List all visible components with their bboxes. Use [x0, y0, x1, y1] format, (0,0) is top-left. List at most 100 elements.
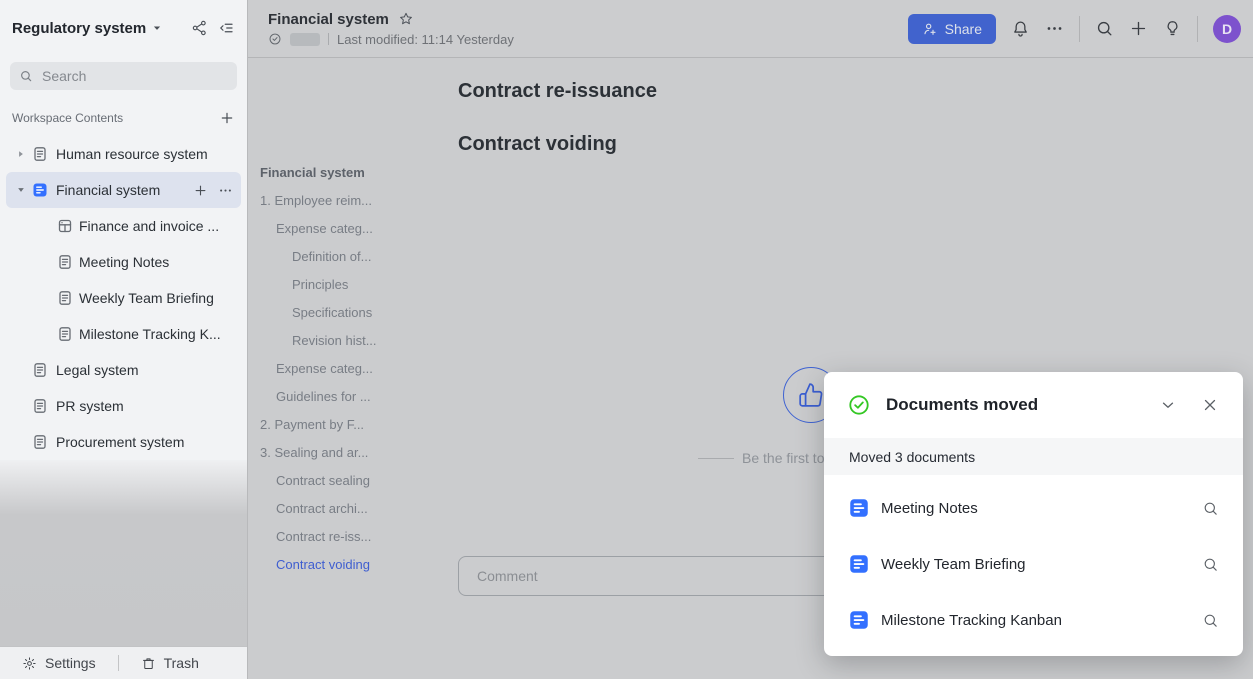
- list-item[interactable]: Meeting Notes: [824, 480, 1243, 536]
- sidebar-item-finance-and-invoice[interactable]: Finance and invoice ...: [6, 208, 241, 244]
- workspace-contents-header: Workspace Contents: [12, 110, 235, 126]
- sidebar-item-label: Legal system: [56, 362, 241, 378]
- add-page-icon[interactable]: [193, 183, 208, 198]
- document-icon: [32, 398, 48, 414]
- document-icon: [32, 146, 48, 162]
- last-modified: Last modified: 11:14 Yesterday: [337, 32, 514, 47]
- sidebar-item-meeting-notes[interactable]: Meeting Notes: [6, 244, 241, 280]
- collapse-sidebar-icon[interactable]: [217, 19, 235, 37]
- document-icon: [32, 434, 48, 450]
- topbar: Financial system Last modified: 11:14 Ye…: [248, 0, 1253, 58]
- blurred-label: [290, 33, 320, 46]
- locate-document-icon[interactable]: [1202, 556, 1219, 573]
- avatar[interactable]: D: [1213, 15, 1241, 43]
- footer-divider: [118, 655, 119, 671]
- document-icon-blue: [32, 182, 48, 198]
- toc-item[interactable]: 2. Payment by F...: [260, 411, 430, 439]
- doc-heading: Contract re-issuance: [458, 80, 657, 103]
- toc-item[interactable]: Definition of...: [260, 243, 430, 271]
- add-content-icon[interactable]: [219, 110, 235, 126]
- sidebar-item-label: PR system: [56, 398, 241, 414]
- sidebar-header: Regulatory system: [0, 0, 247, 56]
- toast-summary: Moved 3 documents: [824, 438, 1243, 475]
- search-input[interactable]: [40, 67, 228, 85]
- sidebar-item-label: Financial system: [56, 182, 193, 198]
- meta-divider: [328, 33, 329, 45]
- toc-item[interactable]: Principles: [260, 271, 430, 299]
- document-icon-blue: [849, 554, 869, 574]
- sidebar-item-pr-system[interactable]: PR system: [6, 388, 241, 424]
- sidebar-search[interactable]: [10, 62, 237, 90]
- list-item[interactable]: Milestone Tracking Kanban: [824, 592, 1243, 648]
- document-name: Meeting Notes: [881, 500, 1202, 517]
- topbar-divider: [1079, 16, 1080, 42]
- sidebar-item-financial-system[interactable]: Financial system: [6, 172, 241, 208]
- topbar-actions: Share: [908, 14, 1241, 44]
- sidebar-item-legal-system[interactable]: Legal system: [6, 352, 241, 388]
- toc-item[interactable]: Contract sealing: [260, 467, 430, 495]
- lightbulb-icon[interactable]: [1163, 19, 1182, 38]
- avatar-initial: D: [1222, 21, 1232, 37]
- workspace-switcher[interactable]: Regulatory system: [12, 20, 162, 37]
- search-icon[interactable]: [1095, 19, 1114, 38]
- create-new-icon[interactable]: [1129, 19, 1148, 38]
- toc-item[interactable]: 1. Employee reim...: [260, 187, 430, 215]
- list-item[interactable]: Weekly Team Briefing: [824, 536, 1243, 592]
- bell-icon[interactable]: [1011, 19, 1030, 38]
- star-icon[interactable]: [398, 11, 414, 27]
- document-icon: [32, 362, 48, 378]
- doc-title: Financial system: [268, 11, 389, 28]
- caret-right-icon[interactable]: [14, 149, 28, 159]
- sidebar-item-human-resource-system[interactable]: Human resource system: [6, 136, 241, 172]
- sidebar-item-procurement-system[interactable]: Procurement system: [6, 424, 241, 460]
- workspace-tree: Human resource system Financial system: [0, 136, 247, 460]
- close-icon[interactable]: [1197, 392, 1223, 418]
- hint-divider-line: [698, 458, 734, 459]
- toc-item-active[interactable]: Contract voiding: [260, 551, 430, 579]
- toc-item[interactable]: Revision hist...: [260, 327, 430, 355]
- saved-check-icon: [268, 32, 282, 46]
- thumbs-up-icon: [798, 382, 824, 408]
- toc-item[interactable]: Financial system: [260, 159, 430, 187]
- sidebar-footer: Settings Trash: [0, 646, 247, 679]
- toast-title: Documents moved: [886, 395, 1139, 415]
- locate-document-icon[interactable]: [1202, 500, 1219, 517]
- sidebar-item-milestone-tracking[interactable]: Milestone Tracking K...: [6, 316, 241, 352]
- table-of-contents: Financial system 1. Employee reim... Exp…: [260, 159, 430, 579]
- workspace-title: Regulatory system: [12, 20, 146, 37]
- document-name: Milestone Tracking Kanban: [881, 612, 1202, 629]
- more-options-icon[interactable]: [1045, 19, 1064, 38]
- document-icon: [57, 326, 73, 342]
- sidebar-empty-area: [0, 460, 247, 646]
- sheet-icon: [57, 218, 73, 234]
- share-label: Share: [945, 21, 982, 37]
- sidebar-item-label: Weekly Team Briefing: [79, 290, 241, 306]
- success-check-icon: [848, 394, 870, 416]
- caret-down-icon[interactable]: [14, 185, 28, 195]
- settings-button[interactable]: Settings: [0, 655, 110, 671]
- toc-item[interactable]: Expense categ...: [260, 215, 430, 243]
- more-options-icon[interactable]: [218, 183, 233, 198]
- trash-label: Trash: [164, 655, 199, 671]
- chevron-down-icon: [152, 23, 162, 33]
- sidebar-item-weekly-team-briefing[interactable]: Weekly Team Briefing: [6, 280, 241, 316]
- toc-item[interactable]: Contract archi...: [260, 495, 430, 523]
- sidebar-item-label: Meeting Notes: [79, 254, 241, 270]
- sidebar-item-label: Finance and invoice ...: [79, 218, 241, 234]
- toast-header: Documents moved: [824, 372, 1243, 438]
- settings-label: Settings: [45, 655, 96, 671]
- toc-item[interactable]: Guidelines for ...: [260, 383, 430, 411]
- locate-document-icon[interactable]: [1202, 612, 1219, 629]
- toc-item[interactable]: Expense categ...: [260, 355, 430, 383]
- toc-item[interactable]: Contract re-iss...: [260, 523, 430, 551]
- toc-item[interactable]: Specifications: [260, 299, 430, 327]
- like-hint-text: Be the first to: [742, 450, 824, 466]
- share-button[interactable]: Share: [908, 14, 996, 44]
- share-nodes-icon[interactable]: [191, 19, 209, 37]
- toc-item[interactable]: 3. Sealing and ar...: [260, 439, 430, 467]
- trash-button[interactable]: Trash: [127, 655, 213, 671]
- collapse-panel-icon[interactable]: [1155, 392, 1181, 418]
- document-icon-blue: [849, 498, 869, 518]
- doc-header: Financial system Last modified: 11:14 Ye…: [268, 11, 514, 47]
- toast-summary-text: Moved 3 documents: [849, 449, 975, 465]
